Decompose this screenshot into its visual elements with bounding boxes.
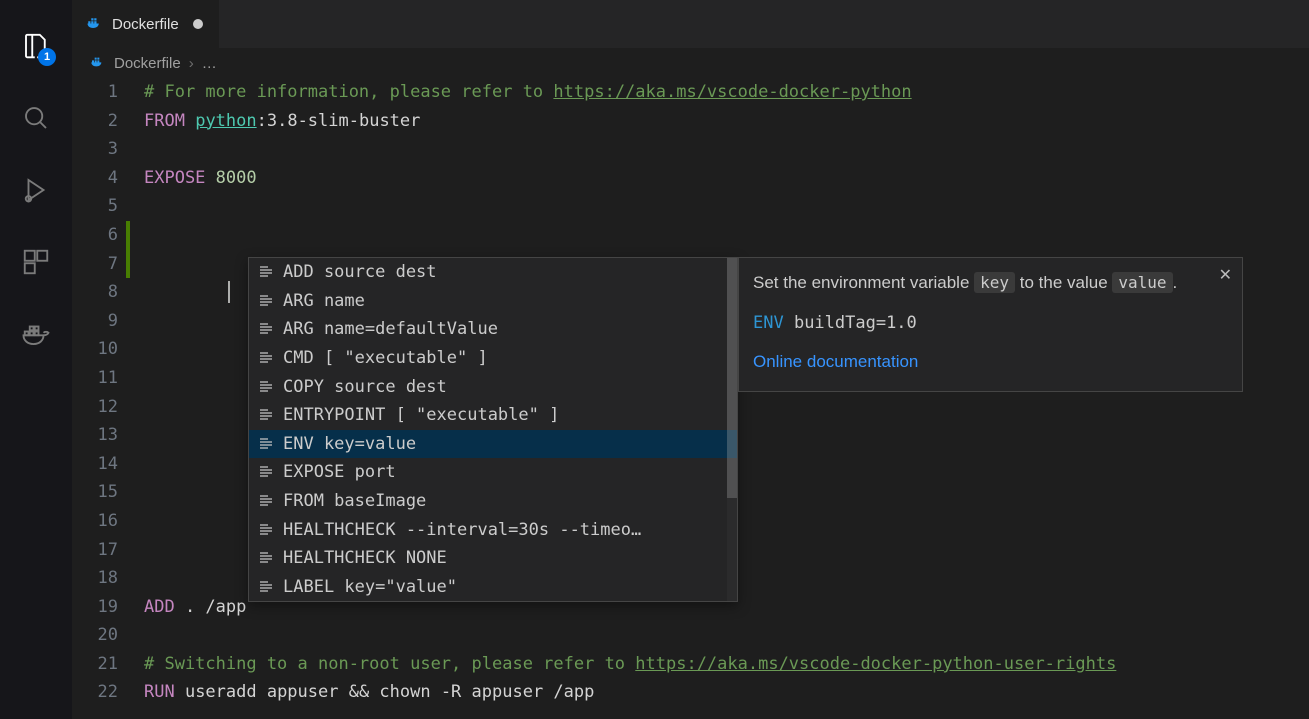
modified-gutter-indicator xyxy=(126,221,130,278)
run-debug-icon[interactable] xyxy=(12,154,60,226)
snippet-icon xyxy=(257,521,275,539)
doc-description: Set the environment variable key to the … xyxy=(753,270,1228,296)
suggest-item[interactable]: ENTRYPOINT [ "executable" ] xyxy=(249,401,737,430)
docker-file-icon xyxy=(90,53,106,74)
snippet-icon xyxy=(257,292,275,310)
suggest-item-selected[interactable]: ENV key=value xyxy=(249,430,737,459)
close-icon[interactable]: ✕ xyxy=(1219,264,1232,289)
breadcrumb-file: Dockerfile xyxy=(114,55,181,72)
suggest-details-panel: ✕ Set the environment variable key to th… xyxy=(738,257,1243,392)
snippet-icon xyxy=(257,378,275,396)
suggest-item[interactable]: LABEL key="value" xyxy=(249,573,737,602)
snippet-icon xyxy=(257,263,275,281)
suggest-item[interactable]: ARG name xyxy=(249,287,737,316)
tab-bar: Dockerfile xyxy=(72,0,1309,48)
docker-extension-icon[interactable] xyxy=(12,298,60,370)
snippet-icon xyxy=(257,406,275,424)
suggest-item[interactable]: ADD source dest xyxy=(249,258,737,287)
suggest-scrollbar[interactable] xyxy=(727,258,737,601)
docker-file-icon xyxy=(86,13,104,36)
tab-title: Dockerfile xyxy=(112,16,179,33)
snippet-icon xyxy=(257,549,275,567)
suggest-item[interactable]: HEALTHCHECK --interval=30s --timeo… xyxy=(249,515,737,544)
suggest-item[interactable]: EXPOSE port xyxy=(249,458,737,487)
suggest-item[interactable]: CMD [ "executable" ] xyxy=(249,344,737,373)
tab-dockerfile[interactable]: Dockerfile xyxy=(72,0,219,48)
breadcrumb-rest: … xyxy=(202,55,217,72)
snippet-icon xyxy=(257,492,275,510)
activity-bar: 1 xyxy=(0,0,72,719)
doc-example: ENV buildTag=1.0 xyxy=(753,310,1228,336)
snippet-icon xyxy=(257,320,275,338)
extensions-icon[interactable] xyxy=(12,226,60,298)
intellisense-suggest-widget[interactable]: ADD source dest ARG name ARG name=defaul… xyxy=(248,257,738,602)
snippet-icon xyxy=(257,349,275,367)
dirty-indicator-icon xyxy=(193,19,203,29)
snippet-icon xyxy=(257,578,275,596)
explorer-badge: 1 xyxy=(38,48,56,66)
line-number-gutter: 1 2 3 4 5 6 7 8 9 10 11 12 13 14 15 16 1… xyxy=(72,78,144,719)
suggest-item[interactable]: COPY source dest xyxy=(249,372,737,401)
suggest-item[interactable]: HEALTHCHECK NONE xyxy=(249,544,737,573)
online-documentation-link[interactable]: Online documentation xyxy=(753,349,918,375)
suggest-item[interactable]: FROM baseImage xyxy=(249,487,737,516)
suggest-item[interactable]: ARG name=defaultValue xyxy=(249,315,737,344)
snippet-icon xyxy=(257,463,275,481)
snippet-icon xyxy=(257,435,275,453)
editor-group: Dockerfile Dockerfile › … 1 2 3 4 5 6 7 … xyxy=(72,0,1309,719)
breadcrumb-separator-icon: › xyxy=(189,55,194,72)
scrollbar-thumb[interactable] xyxy=(727,258,737,498)
search-icon[interactable] xyxy=(12,82,60,154)
explorer-icon[interactable]: 1 xyxy=(12,10,60,82)
breadcrumb[interactable]: Dockerfile › … xyxy=(72,48,1309,78)
